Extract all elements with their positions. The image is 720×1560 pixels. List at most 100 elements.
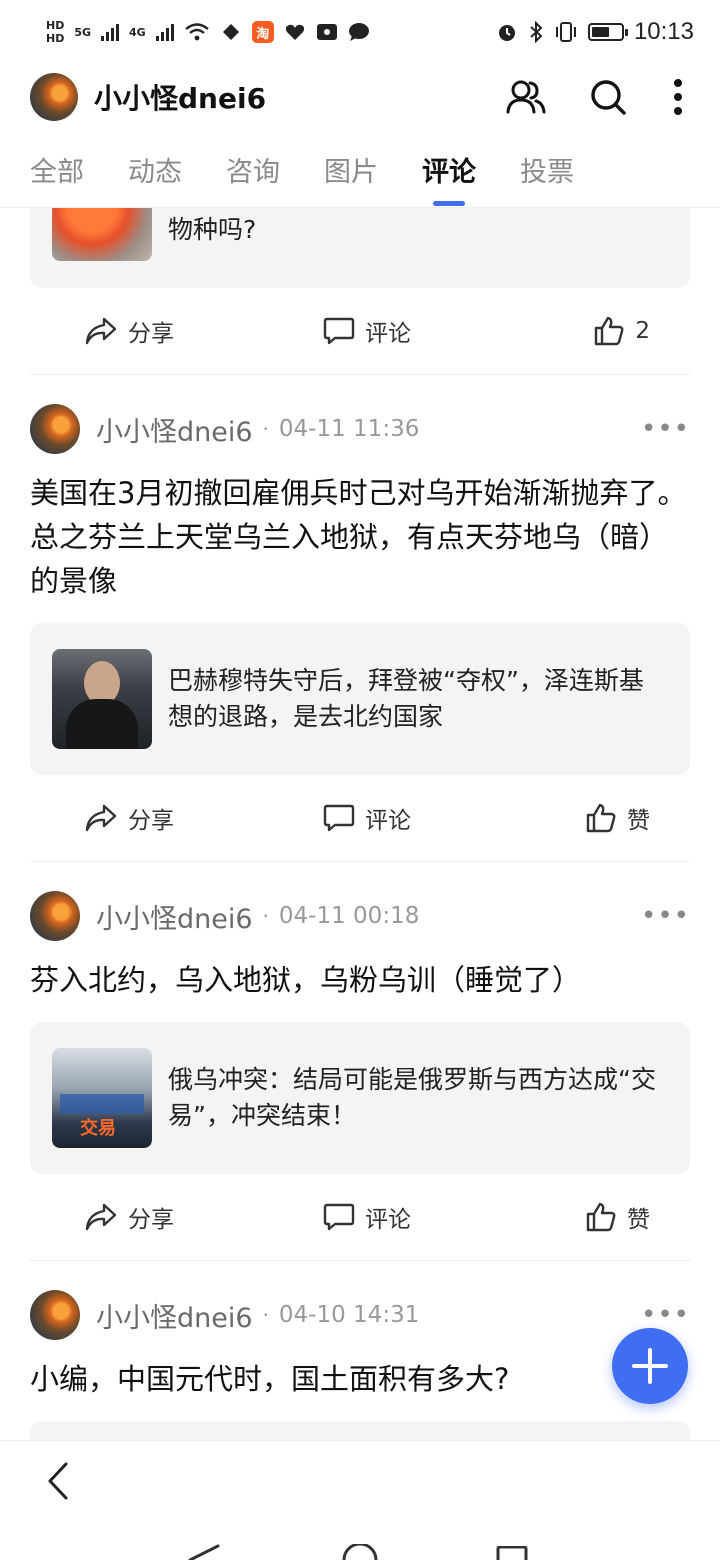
network-gen-2: 4G (129, 25, 146, 39)
article-thumbnail (52, 208, 152, 261)
share-label: 分享 (128, 321, 174, 347)
header-actions (502, 73, 690, 121)
post-text[interactable]: 芬入北约，乌入地狱，乌粉乌训（睡觉了） (0, 958, 720, 1002)
comment-button[interactable]: 评论 (273, 1200, 462, 1234)
more-vertical-icon (674, 79, 682, 115)
more-button[interactable] (666, 73, 690, 121)
article-thumbnail: 交易 (52, 1048, 152, 1148)
tab-all[interactable]: 全部 (30, 140, 84, 208)
tab-bar: 全部 动态 咨询 图片 评论 投票 (0, 140, 720, 208)
linked-article-card[interactable]: 交易 俄乌冲突：结局可能是俄罗斯与西方达成“交易”，冲突结束！ (30, 1022, 690, 1174)
like-label: 赞 (627, 1207, 651, 1233)
linked-article-card[interactable]: 物种吗? (30, 208, 690, 288)
share-arrow-icon (85, 804, 117, 832)
like-count: 2 (635, 318, 651, 344)
post-time: 04-10 14:31 (278, 1302, 420, 1328)
tab-votes[interactable]: 投票 (520, 140, 574, 208)
tab-comments[interactable]: 评论 (422, 140, 476, 208)
more-options-icon[interactable]: ••• (641, 414, 690, 444)
share-button[interactable]: 分享 (30, 1200, 273, 1234)
like-button[interactable]: 赞 (461, 1200, 690, 1234)
share-label: 分享 (128, 808, 174, 834)
back-chevron-icon (48, 1462, 68, 1500)
bluetooth-icon (530, 21, 543, 43)
avatar[interactable] (30, 1290, 80, 1340)
wifi-icon (184, 23, 209, 41)
more-options-icon[interactable]: ••• (641, 901, 690, 931)
hd-tag-2: HD (46, 32, 65, 45)
signal-icon-2 (155, 23, 174, 41)
network-tags: HD HD (46, 20, 64, 44)
comment-label: 评论 (365, 321, 411, 347)
battery-icon (587, 23, 628, 41)
create-post-button[interactable] (612, 1328, 688, 1404)
post-actions: 分享 评论 赞 (30, 775, 690, 861)
author-name[interactable]: 小小怪dnei6 (96, 1296, 253, 1335)
comment-button[interactable]: 评论 (273, 801, 462, 835)
tab-dynamics[interactable]: 动态 (128, 140, 182, 208)
nav-home-icon[interactable] (342, 1544, 378, 1560)
comment-button[interactable]: 评论 (273, 314, 462, 348)
tab-images[interactable]: 图片 (324, 140, 378, 208)
share-button[interactable]: 分享 (30, 314, 273, 348)
search-button[interactable] (584, 73, 632, 121)
feed: 物种吗? 分享 评论 2 小小怪dnei6 · 04-11 11:36 ••• … (0, 208, 720, 1440)
author-name[interactable]: 小小怪dnei6 (96, 410, 253, 449)
comment-bubble-icon (323, 317, 355, 345)
share-arrow-icon (85, 1203, 117, 1231)
post-header: 小小怪dnei6 · 04-10 14:31 ••• (0, 1277, 720, 1353)
page-title: 小小怪dnei6 (94, 82, 267, 115)
article-title: 巴赫穆特失守后，拜登被“夺权”，泽连斯基想的退路，是去北约国家 (168, 666, 644, 731)
post-time: 04-11 11:36 (278, 416, 420, 442)
nav-recents-icon[interactable] (496, 1546, 528, 1560)
avatar[interactable] (30, 404, 80, 454)
post-item: 小小怪dnei6 · 04-11 11:36 ••• 美国在3月初撤回雇佣兵时己… (0, 375, 720, 862)
taobao-icon: 淘 (251, 21, 274, 43)
like-button[interactable]: 赞 (461, 801, 690, 835)
vibrate-icon (555, 22, 576, 42)
comment-bubble-icon (323, 1203, 355, 1231)
search-icon (591, 80, 626, 115)
clock: 10:13 (633, 18, 694, 45)
thumbs-up-icon (586, 803, 616, 833)
article-thumbnail (52, 649, 152, 749)
post-item: 小小怪dnei6 · 04-11 00:18 ••• 芬入北约，乌入地狱，乌粉乌… (0, 862, 720, 1261)
comment-label: 评论 (365, 808, 411, 834)
separator-dot: · (262, 417, 269, 441)
status-right: 10:13 (496, 18, 694, 46)
post-time: 04-11 00:18 (278, 903, 420, 929)
post-actions: 分享 评论 赞 (30, 1174, 690, 1260)
linked-article-card[interactable] (30, 1421, 690, 1440)
status-bar: HD HD 5G 4G 淘 10:13 (0, 0, 720, 64)
like-label: 赞 (627, 808, 651, 834)
people-button[interactable] (502, 73, 550, 121)
back-button[interactable] (36, 1459, 80, 1503)
avatar[interactable] (30, 891, 80, 941)
app-notification-icon (222, 24, 239, 40)
like-button[interactable]: 2 (461, 316, 690, 346)
hd-tag-1: HD (46, 19, 65, 32)
heart-icon (285, 24, 304, 40)
thumbs-up-icon (586, 1202, 616, 1232)
separator-dot: · (262, 904, 269, 928)
system-navigation (0, 1520, 720, 1560)
signal-icon-1 (101, 23, 120, 41)
more-options-icon[interactable]: ••• (641, 1300, 690, 1330)
linked-article-card[interactable]: 巴赫穆特失守后，拜登被“夺权”，泽连斯基想的退路，是去北约国家 (30, 623, 690, 775)
post-item: 小小怪dnei6 · 04-10 14:31 ••• 小编，中国元代时，国土面积… (0, 1261, 720, 1440)
article-title: 俄乌冲突：结局可能是俄罗斯与西方达成“交易”，冲突结束！ (168, 1065, 656, 1130)
author-name[interactable]: 小小怪dnei6 (96, 897, 253, 936)
post-actions: 分享 评论 2 (30, 288, 690, 374)
chat-bubble-icon (348, 23, 369, 41)
tab-consult[interactable]: 咨询 (226, 140, 280, 208)
bottom-bar (0, 1440, 720, 1520)
nav-back-icon[interactable] (186, 1544, 220, 1560)
separator-dot: · (262, 1303, 269, 1327)
post-text[interactable]: 美国在3月初撤回雇佣兵时己对乌开始渐渐抛弃了。总之芬兰上天堂乌兰入地狱，有点天芬… (0, 471, 720, 603)
profile-header: 小小怪dnei6 (0, 64, 720, 130)
share-button[interactable]: 分享 (30, 801, 273, 835)
comment-label: 评论 (365, 1207, 411, 1233)
avatar[interactable] (30, 73, 78, 121)
post-header: 小小怪dnei6 · 04-11 00:18 ••• (0, 878, 720, 954)
status-left: HD HD 5G 4G 淘 (46, 20, 370, 44)
